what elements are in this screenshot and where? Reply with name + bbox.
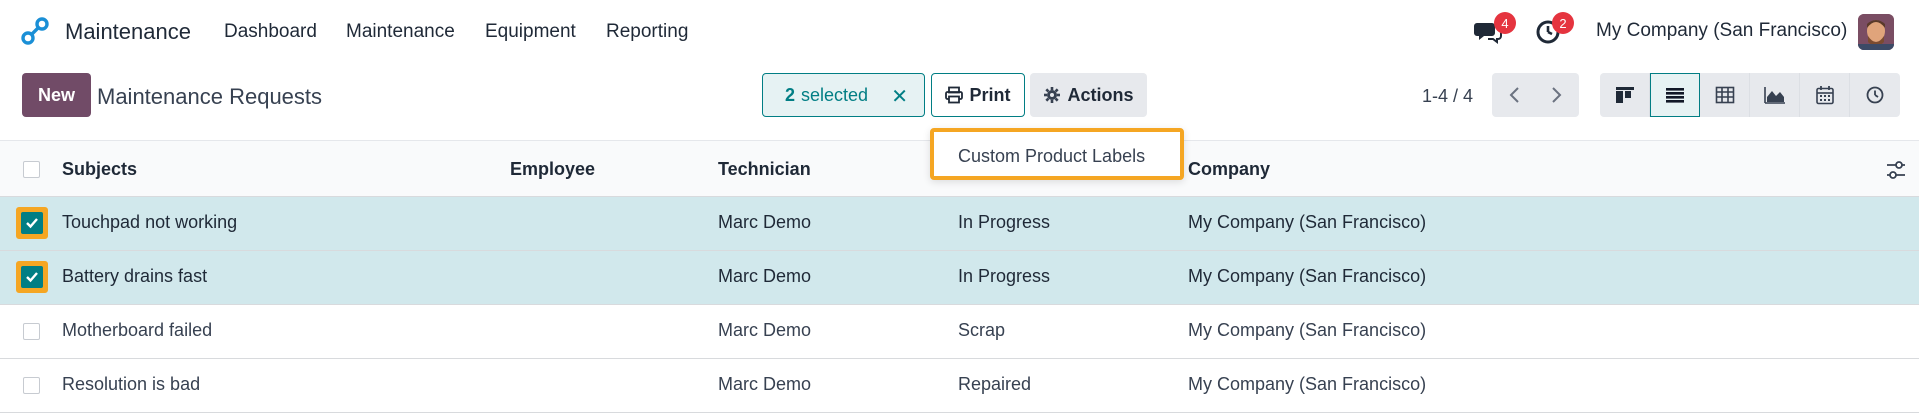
clear-selection-icon[interactable]: ✕ (891, 84, 908, 109)
menu-maintenance[interactable]: Maintenance (346, 21, 455, 43)
pager-value[interactable]: 1-4 / 4 (1422, 86, 1473, 107)
chat-badge: 4 (1494, 12, 1516, 34)
cell-company: My Company (San Francisco) (1188, 212, 1427, 232)
check-icon (26, 272, 38, 283)
user-avatar[interactable] (1858, 14, 1894, 50)
selected-count: 2 (785, 84, 796, 105)
column-header-subjects[interactable]: Subjects (62, 159, 137, 180)
gear-icon (1044, 87, 1061, 103)
activity-badge: 2 (1552, 12, 1574, 34)
menu-item-custom-product-labels[interactable]: Custom Product Labels (958, 146, 1145, 167)
column-header-employee[interactable]: Employee (510, 159, 595, 180)
cell-subject: Battery drains fast (62, 266, 208, 286)
list-view-button[interactable] (1650, 73, 1700, 117)
kanban-view-button[interactable] (1600, 73, 1650, 117)
print-button[interactable]: Print (931, 73, 1025, 117)
list-view-icon (1666, 88, 1684, 103)
row-checkbox-checked[interactable] (16, 261, 48, 293)
cell-company: My Company (San Francisco) (1188, 266, 1427, 286)
optional-columns-icon[interactable] (1885, 159, 1907, 181)
pivot-view-icon (1715, 86, 1734, 104)
app-name[interactable]: Maintenance (65, 19, 191, 45)
cell-subject: Resolution is bad (62, 374, 201, 394)
table-row[interactable]: Resolution is bad Marc Demo Repaired My … (0, 359, 1919, 413)
selection-indicator: 2 selected ✕ (762, 73, 925, 117)
select-all-checkbox[interactable] (23, 161, 40, 178)
column-header-company[interactable]: Company (1188, 159, 1270, 180)
company-switcher[interactable]: My Company (San Francisco) (1596, 20, 1847, 42)
column-header-technician[interactable]: Technician (718, 159, 811, 180)
actions-button[interactable]: Actions (1030, 73, 1147, 117)
page-title: Maintenance Requests (97, 84, 323, 109)
activity-view-icon (1866, 86, 1884, 104)
cell-stage: Scrap (958, 320, 1006, 340)
printer-icon (945, 86, 964, 104)
avatar-face-icon (1858, 14, 1894, 50)
area-chart-icon (1763, 87, 1785, 104)
cell-subject: Touchpad not working (62, 212, 238, 232)
menu-equipment[interactable]: Equipment (485, 21, 576, 43)
print-label: Print (969, 84, 1011, 105)
cell-technician: Marc Demo (718, 320, 812, 340)
activity-view-button[interactable] (1850, 73, 1900, 117)
cell-company: My Company (San Francisco) (1188, 320, 1427, 340)
maintenance-logo-icon[interactable] (20, 16, 50, 46)
calendar-view-icon (1815, 86, 1834, 105)
new-button[interactable]: New (22, 73, 91, 117)
row-checkbox-checked[interactable] (16, 207, 48, 239)
row-checkbox[interactable] (23, 323, 40, 340)
cell-technician: Marc Demo (718, 212, 812, 232)
cell-technician: Marc Demo (718, 266, 812, 286)
graph-view-button[interactable] (1750, 73, 1800, 117)
cell-technician: Marc Demo (718, 374, 812, 394)
cell-company: My Company (San Francisco) (1188, 374, 1427, 394)
check-icon (26, 218, 38, 229)
cell-stage: Repaired (958, 374, 1032, 394)
print-dropdown-menu: Custom Product Labels (930, 128, 1184, 180)
cell-subject: Motherboard failed (62, 320, 213, 340)
selected-label: selected (801, 84, 869, 105)
cell-stage: In Progress (958, 212, 1051, 232)
pivot-view-button[interactable] (1700, 73, 1750, 117)
actions-label: Actions (1067, 84, 1134, 105)
row-checkbox[interactable] (23, 377, 40, 394)
chevron-right-icon (1552, 87, 1562, 103)
pager-next-button[interactable] (1535, 73, 1579, 117)
table-row[interactable]: Motherboard failed Marc Demo Scrap My Co… (0, 305, 1919, 359)
table-row[interactable]: Battery drains fast Marc Demo In Progres… (0, 251, 1919, 305)
view-switcher (1600, 73, 1900, 117)
pager-previous-button[interactable] (1492, 73, 1536, 117)
menu-dashboard[interactable]: Dashboard (224, 21, 317, 43)
top-navbar: Maintenance Dashboard Maintenance Equipm… (0, 0, 1919, 62)
table-row[interactable]: Touchpad not working Marc Demo In Progre… (0, 197, 1919, 251)
calendar-view-button[interactable] (1800, 73, 1850, 117)
kanban-view-icon (1615, 87, 1634, 103)
chevron-left-icon (1509, 87, 1519, 103)
menu-reporting[interactable]: Reporting (606, 21, 688, 43)
cell-stage: In Progress (958, 266, 1051, 286)
